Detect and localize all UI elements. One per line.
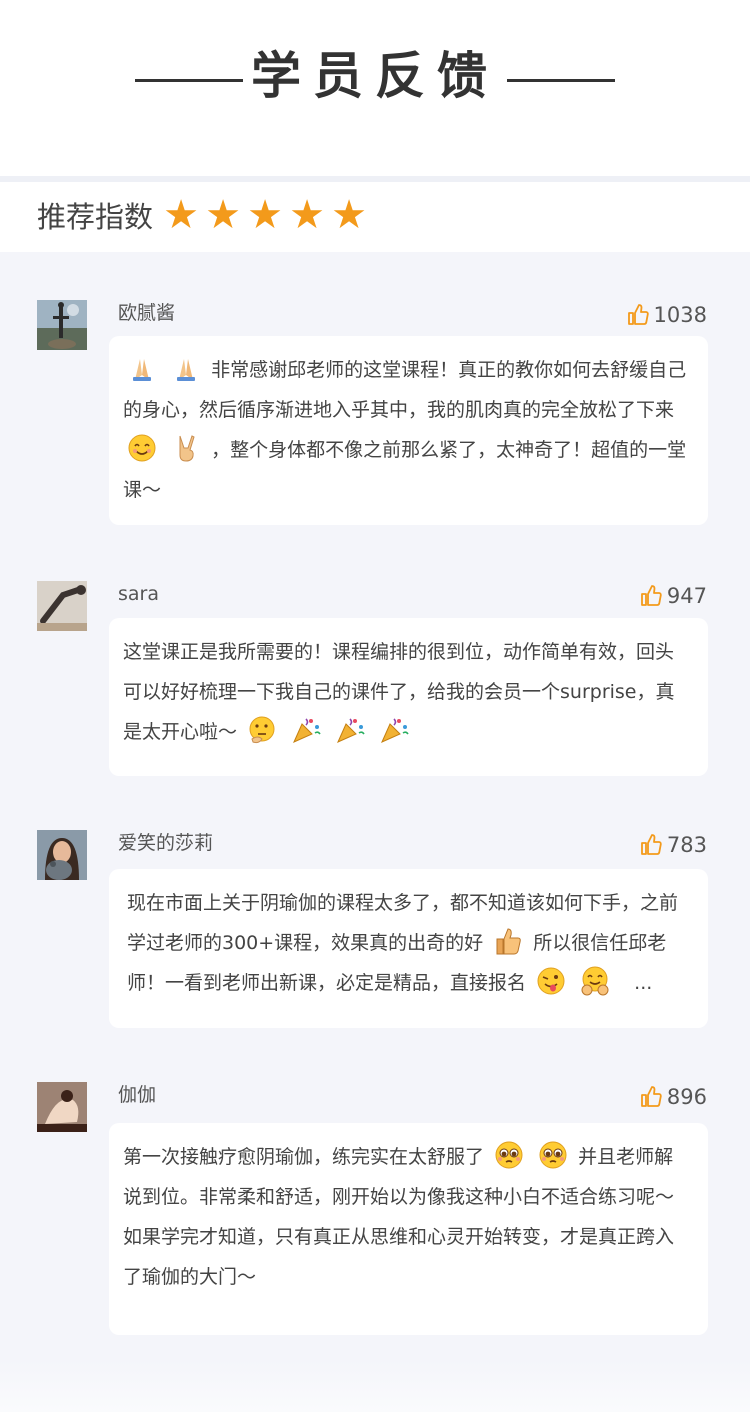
- winking-tongue-face-emoji-icon: [536, 966, 566, 996]
- like-count[interactable]: 947: [639, 584, 707, 608]
- review-text-more: ...: [634, 972, 653, 994]
- rating-label: 推荐指数: [37, 200, 154, 234]
- avatar: [37, 830, 87, 880]
- star-icon: ★: [289, 192, 325, 238]
- thumbs-up-icon: [641, 834, 662, 855]
- rating-stars: ★ ★ ★ ★ ★: [160, 194, 370, 236]
- victory-hand-emoji-icon: [171, 433, 201, 463]
- reviewer-name: 爱笑的莎莉: [118, 832, 214, 854]
- like-count-value: 783: [666, 833, 707, 857]
- bottom-fade: [0, 1360, 750, 1412]
- reviewer-name: 伽伽: [118, 1084, 157, 1106]
- star-icon: ★: [331, 192, 367, 238]
- thumbs-up-emoji-icon: [493, 926, 523, 956]
- review-text-bubble: 非常感谢邱老师的这堂课程！真正的教你如何去舒缓自己的身心，然后循序渐进地入乎其中…: [109, 336, 708, 525]
- avatar: [37, 1082, 87, 1132]
- folded-hands-emoji-icon: [171, 353, 201, 383]
- smiling-face-emoji-icon: [127, 433, 157, 463]
- section-header: 学员反馈: [0, 0, 750, 176]
- title-right-rule: [507, 79, 615, 82]
- review-text-bubble: 第一次接触疗愈阴瑜伽，练完实在太舒服了 并且老师解说到位。非常柔和舒适，刚开始以…: [109, 1123, 708, 1335]
- like-count-value: 1038: [653, 303, 707, 327]
- like-count-value: 947: [666, 584, 707, 608]
- review-text: 第一次接触疗愈阴瑜伽，练完实在太舒服了: [123, 1146, 485, 1168]
- avatar: [37, 300, 87, 350]
- thinking-face-emoji-icon: [247, 715, 277, 745]
- folded-hands-emoji-icon: [127, 353, 157, 383]
- star-icon: ★: [163, 192, 199, 238]
- thumbs-up-icon: [627, 304, 649, 325]
- star-icon: ★: [247, 192, 283, 238]
- review-text: 非常感谢邱老师的这堂课程！真正的教你如何去舒缓自己的身心，然后循序渐进地入乎其中…: [123, 359, 687, 421]
- party-popper-emoji-icon: [335, 715, 365, 745]
- like-count[interactable]: 1038: [626, 303, 707, 327]
- hugging-face-emoji-icon: [580, 966, 610, 996]
- party-popper-emoji-icon: [379, 715, 409, 745]
- reviewer-name: sara: [118, 583, 159, 605]
- review-text-bubble: 这堂课正是我所需要的！课程编排的很到位，动作简单有效，回头可以好好梳理一下我自己…: [109, 618, 708, 776]
- like-count-value: 896: [666, 1085, 707, 1109]
- review-text-bubble: 现在市面上关于阴瑜伽的课程太多了，都不知道该如何下手，之前学过老师的300+课程…: [109, 869, 708, 1028]
- pleading-face-emoji-icon: [494, 1140, 524, 1170]
- section-title: 学员反馈: [251, 46, 499, 105]
- thumbs-up-icon: [641, 1086, 662, 1107]
- like-count[interactable]: 783: [639, 833, 707, 857]
- review-text: ，整个身体都不像之前那么紧了，太神奇了！超值的一堂课～: [123, 439, 687, 501]
- avatar: [37, 581, 87, 631]
- thumbs-up-icon: [641, 585, 662, 606]
- party-popper-emoji-icon: [291, 715, 321, 745]
- recommend-rating: 推荐指数 ★ ★ ★ ★ ★: [0, 182, 750, 252]
- reviewer-name: 欧腻酱: [118, 302, 176, 324]
- pleading-face-emoji-icon: [538, 1140, 568, 1170]
- like-count[interactable]: 896: [639, 1085, 707, 1109]
- star-icon: ★: [205, 192, 241, 238]
